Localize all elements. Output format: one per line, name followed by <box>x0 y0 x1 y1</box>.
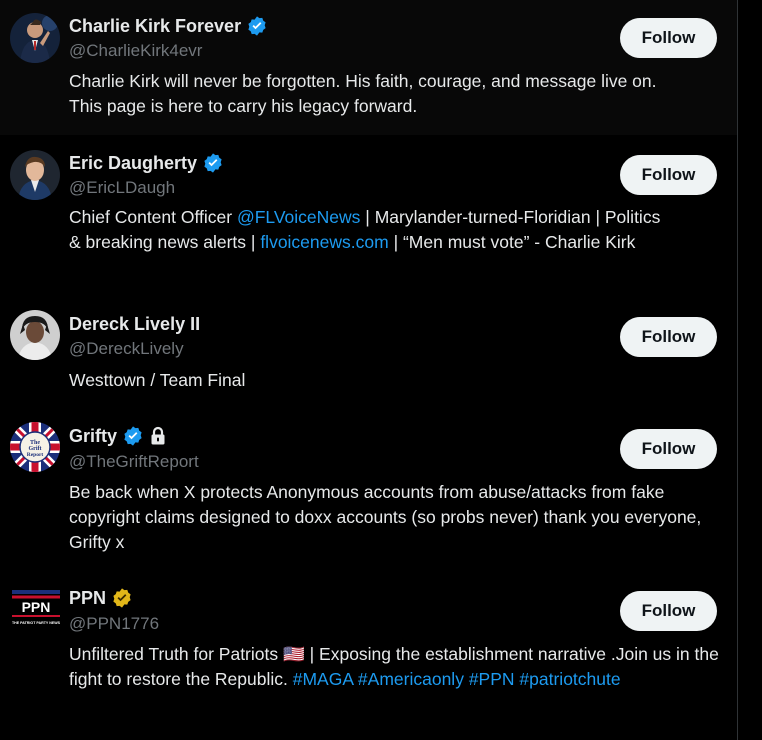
follow-button[interactable]: Follow <box>620 155 717 195</box>
user-cell-ppn[interactable]: PPN THE PATRIOT PARTY NEWS PPN @PPN1776 … <box>0 572 737 740</box>
user-bio: Chief Content Officer @FLVoiceNews | Mar… <box>69 205 669 255</box>
avatar[interactable]: PPN THE PATRIOT PARTY NEWS <box>10 586 62 630</box>
verified-badge-icon <box>204 153 222 173</box>
column-divider <box>737 0 738 740</box>
user-bio: Charlie Kirk will never be forgotten. Hi… <box>69 69 724 119</box>
user-name[interactable]: Eric Daugherty <box>69 153 197 174</box>
user-bio: Unfiltered Truth for Patriots 🇺🇸 | Expos… <box>69 642 719 692</box>
verified-gold-badge-icon <box>113 588 131 608</box>
website-link[interactable]: flvoicenews.com <box>260 232 388 252</box>
verified-badge-icon <box>248 16 266 36</box>
user-handle: @DereckLively <box>69 339 184 358</box>
user-name[interactable]: Dereck Lively II <box>69 314 200 335</box>
user-name[interactable]: PPN <box>69 588 106 609</box>
user-cell-dereck-lively[interactable]: Dereck Lively II @DereckLively Westtown … <box>0 298 737 410</box>
bio-text: Be back when X protects Anonymous accoun… <box>69 482 702 552</box>
hashtag-link[interactable]: #patriotchute <box>519 669 620 689</box>
follow-button[interactable]: Follow <box>620 591 717 631</box>
user-handle: @EricLDaugh <box>69 178 176 197</box>
bio-text: Charlie Kirk will never be forgotten. Hi… <box>69 71 657 91</box>
mention-link[interactable]: @FLVoiceNews <box>237 207 360 227</box>
avatar[interactable] <box>10 13 60 63</box>
bio-text: Westtown / Team Final <box>69 370 246 390</box>
user-cell-charlie-kirk-forever[interactable]: Charlie Kirk Forever @CharlieKirk4evr Ch… <box>0 0 737 135</box>
user-bio: Be back when X protects Anonymous accoun… <box>69 480 709 555</box>
avatar[interactable] <box>10 310 60 360</box>
follow-button[interactable]: Follow <box>620 317 717 357</box>
user-cell-eric-daugherty[interactable]: Eric Daugherty @EricLDaugh Chief Content… <box>0 135 737 298</box>
user-name[interactable]: Grifty <box>69 426 117 447</box>
user-cell-grifty[interactable]: The Grift Report Grifty @TheGriftReport … <box>0 410 737 572</box>
user-handle: @CharlieKirk4evr <box>69 41 203 60</box>
bio-text: Chief Content Officer <box>69 207 237 227</box>
svg-text:PPN: PPN <box>22 599 51 615</box>
user-bio: Westtown / Team Final <box>69 368 724 393</box>
follow-button[interactable]: Follow <box>620 18 717 58</box>
avatar[interactable]: The Grift Report <box>10 422 60 472</box>
bio-text: This page is here to carry his legacy fo… <box>69 96 418 116</box>
bio-text: | “Men must vote” - Charlie Kirk <box>388 232 636 252</box>
who-to-follow-list: Charlie Kirk Forever @CharlieKirk4evr Ch… <box>0 0 737 740</box>
hashtag-link[interactable]: #PPN <box>469 669 515 689</box>
hashtag-link[interactable]: #Americaonly <box>358 669 464 689</box>
verified-badge-icon <box>124 426 142 446</box>
user-name[interactable]: Charlie Kirk Forever <box>69 16 241 37</box>
avatar[interactable] <box>10 150 60 200</box>
lock-icon <box>151 426 165 445</box>
svg-text:Report: Report <box>27 452 44 458</box>
user-handle: @TheGriftReport <box>69 452 199 471</box>
svg-text:THE PATRIOT PARTY NEWS: THE PATRIOT PARTY NEWS <box>12 621 61 625</box>
hashtag-link[interactable]: #MAGA <box>293 669 353 689</box>
follow-button[interactable]: Follow <box>620 429 717 469</box>
user-handle: @PPN1776 <box>69 614 160 633</box>
